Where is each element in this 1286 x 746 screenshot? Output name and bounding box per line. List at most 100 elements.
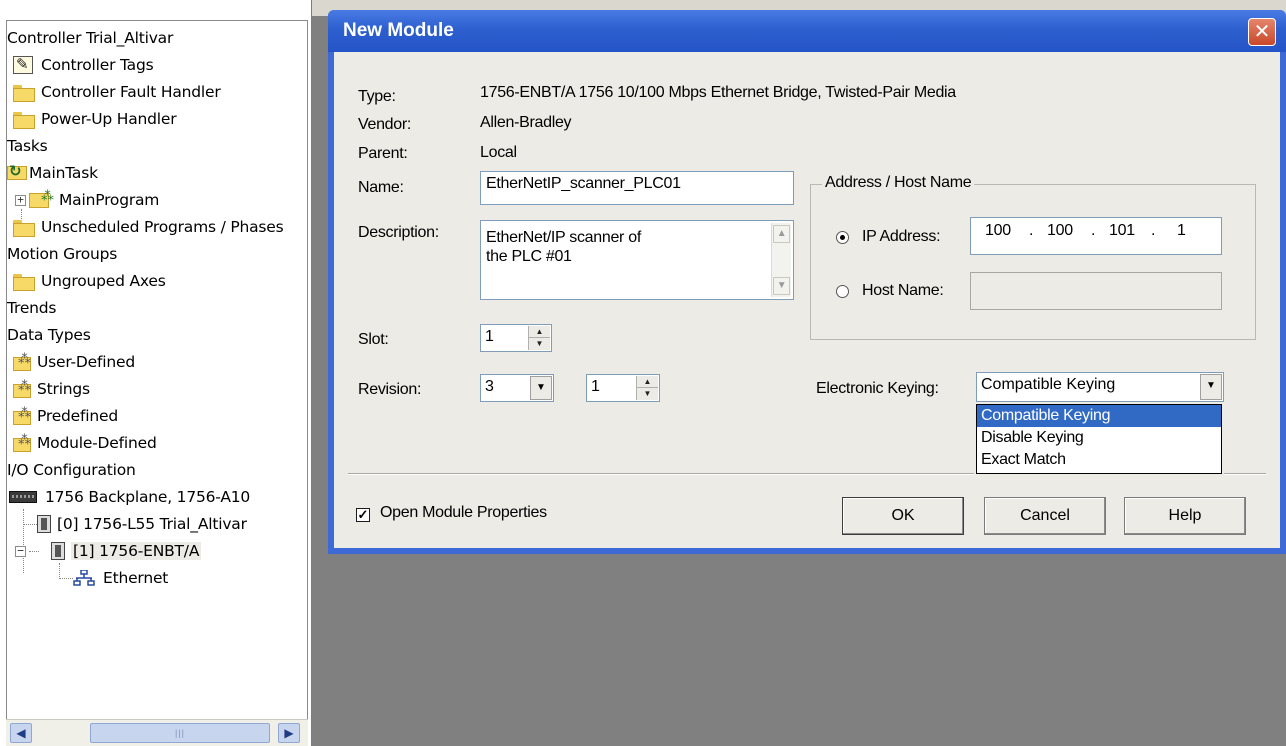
tree-item-main-program[interactable]: + MainProgram bbox=[15, 188, 159, 212]
tree-item-label: [1] 1756-ENBT/A bbox=[71, 542, 202, 560]
ip-octet: 1 bbox=[1177, 222, 1186, 239]
open-module-properties-checkbox[interactable]: ✓ bbox=[356, 508, 370, 522]
revision-major-value: 3 bbox=[485, 378, 494, 395]
tree-item-ethernet[interactable]: Ethernet bbox=[73, 566, 168, 590]
data-type-folder-icon bbox=[13, 406, 33, 425]
scroll-thumb[interactable]: ||| bbox=[90, 723, 270, 743]
address-host-group bbox=[810, 184, 1256, 340]
controller-organizer-tree: Controller Trial_Altivar Controller Tags… bbox=[6, 20, 308, 746]
scroll-right-button[interactable]: ▶ bbox=[278, 723, 300, 743]
tree-item-user-defined[interactable]: User-Defined bbox=[13, 350, 135, 374]
separator bbox=[348, 473, 974, 475]
tree-item-data-types[interactable]: Data Types bbox=[7, 323, 91, 347]
chevron-down-icon[interactable]: ▼ bbox=[1200, 374, 1222, 400]
ip-address-input[interactable]: 100 . 100 . 101 . 1 bbox=[970, 217, 1222, 255]
host-name-label: Host Name: bbox=[862, 282, 944, 299]
collapse-icon[interactable]: − bbox=[15, 545, 26, 557]
tree-item-label: Trends bbox=[7, 299, 57, 317]
backplane-icon bbox=[9, 491, 37, 503]
tree-item-io-configuration[interactable]: I/O Configuration bbox=[7, 458, 136, 482]
tree-item-ungrouped-axes[interactable]: Ungrouped Axes bbox=[13, 269, 166, 293]
ip-octet: 100 bbox=[1047, 222, 1073, 239]
data-type-folder-icon bbox=[13, 433, 33, 452]
tree-item-tasks[interactable]: Tasks bbox=[7, 134, 48, 158]
address-group-title: Address / Host Name bbox=[822, 174, 975, 192]
scroll-down-button[interactable]: ▼ bbox=[773, 277, 790, 295]
data-type-folder-icon bbox=[13, 379, 33, 398]
spin-down-icon[interactable]: ▼ bbox=[637, 388, 658, 400]
ip-dot: . bbox=[1151, 222, 1156, 239]
open-module-properties-label: Open Module Properties bbox=[380, 504, 547, 521]
tree-item-motion-groups[interactable]: Motion Groups bbox=[7, 242, 117, 266]
tree-item-label: MainProgram bbox=[59, 191, 160, 209]
tree-item-label: Controller Fault Handler bbox=[41, 83, 221, 101]
close-button[interactable]: ✕ bbox=[1248, 18, 1276, 46]
scroll-up-button[interactable]: ▲ bbox=[773, 225, 790, 243]
tree-item-label: Ethernet bbox=[103, 569, 169, 587]
folder-icon bbox=[13, 219, 35, 237]
type-value: 1756-ENBT/A 1756 10/100 Mbps Ethernet Br… bbox=[480, 84, 956, 101]
tree-horizontal-scrollbar[interactable]: ◀ ||| ▶ bbox=[6, 719, 308, 746]
tree-item-label: 1756 Backplane, 1756-A10 bbox=[45, 488, 251, 506]
vendor-value: Allen-Bradley bbox=[480, 114, 572, 131]
host-name-radio[interactable] bbox=[836, 285, 849, 298]
spin-up-icon[interactable]: ▲ bbox=[637, 376, 658, 388]
chevron-down-icon[interactable]: ▼ bbox=[530, 376, 552, 400]
host-name-input[interactable] bbox=[970, 272, 1222, 310]
ethernet-module-icon bbox=[51, 542, 65, 560]
tree-item-label: Unscheduled Programs / Phases bbox=[41, 218, 284, 236]
folder-icon bbox=[13, 273, 35, 291]
tree-item-trends[interactable]: Trends bbox=[7, 296, 56, 320]
ip-address-label: IP Address: bbox=[862, 228, 941, 245]
description-line: the PLC #01 bbox=[486, 248, 572, 265]
tree-connector bbox=[59, 578, 73, 579]
tree-item-label: Strings bbox=[37, 380, 90, 398]
ok-button[interactable]: OK bbox=[842, 497, 964, 535]
tree-item-controller-tags[interactable]: Controller Tags bbox=[13, 53, 154, 77]
tree-item-strings[interactable]: Strings bbox=[13, 377, 90, 401]
tree-item-label: Tasks bbox=[7, 137, 48, 155]
tree-item-controller-fault-handler[interactable]: Controller Fault Handler bbox=[13, 80, 221, 104]
tree-item-slot1-enbt[interactable]: − [1] 1756-ENBT/A bbox=[15, 539, 202, 563]
slot-spinner[interactable]: 1 ▲ ▼ bbox=[480, 324, 552, 352]
dialog-titlebar[interactable]: New Module ✕ bbox=[328, 10, 1286, 52]
spinner-arrows: ▲ ▼ bbox=[636, 376, 658, 400]
tree-item-predefined[interactable]: Predefined bbox=[13, 404, 118, 428]
tree-item-unscheduled-programs[interactable]: Unscheduled Programs / Phases bbox=[13, 215, 284, 239]
tree-item-label: [0] 1756-L55 Trial_Altivar bbox=[57, 515, 247, 533]
electronic-keying-select[interactable]: Compatible Keying ▼ bbox=[976, 372, 1224, 402]
tree-item-power-up-handler[interactable]: Power-Up Handler bbox=[13, 107, 177, 131]
ip-address-radio[interactable] bbox=[836, 231, 849, 244]
scroll-left-button[interactable]: ◀ bbox=[10, 723, 32, 743]
description-textarea[interactable]: EtherNet/IP scanner of the PLC #01 ▲ ▼ bbox=[480, 220, 794, 300]
help-button[interactable]: Help bbox=[1124, 497, 1246, 535]
tree-item-label: Module-Defined bbox=[37, 434, 157, 452]
description-scrollbar[interactable]: ▲ ▼ bbox=[771, 223, 791, 297]
controller-organizer-pane: Controller Trial_Altivar Controller Tags… bbox=[0, 0, 312, 746]
revision-major-select[interactable]: 3 ▼ bbox=[480, 374, 554, 402]
keying-option[interactable]: Compatible Keying bbox=[977, 405, 1221, 427]
spin-up-icon[interactable]: ▲ bbox=[529, 326, 550, 338]
ip-dot: . bbox=[1029, 222, 1034, 239]
name-input[interactable]: EtherNetIP_scanner_PLC01 bbox=[480, 171, 794, 205]
tree-item-label: Data Types bbox=[7, 326, 91, 344]
keying-option[interactable]: Disable Keying bbox=[977, 427, 1221, 449]
tree-item-backplane[interactable]: 1756 Backplane, 1756-A10 bbox=[9, 485, 250, 509]
tree-item-controller[interactable]: Controller Trial_Altivar bbox=[7, 26, 173, 50]
tree-item-slot0-controller[interactable]: [0] 1756-L55 Trial_Altivar bbox=[37, 512, 247, 536]
data-type-folder-icon bbox=[13, 352, 33, 371]
dialog-body: Type: 1756-ENBT/A 1756 10/100 Mbps Ether… bbox=[334, 52, 1280, 548]
spin-down-icon[interactable]: ▼ bbox=[529, 338, 550, 350]
tree-item-label: Controller Trial_Altivar bbox=[7, 29, 174, 47]
tree-item-module-defined[interactable]: Module-Defined bbox=[13, 431, 157, 455]
revision-minor-spinner[interactable]: 1 ▲ ▼ bbox=[586, 374, 660, 402]
tree-item-main-task[interactable]: MainTask bbox=[7, 161, 98, 185]
cancel-button-label: Cancel bbox=[1020, 507, 1070, 524]
keying-option[interactable]: Exact Match bbox=[977, 449, 1221, 471]
tree-item-label: Predefined bbox=[37, 407, 118, 425]
expand-icon[interactable]: + bbox=[15, 194, 26, 206]
name-input-value: EtherNetIP_scanner_PLC01 bbox=[486, 175, 681, 192]
cancel-button[interactable]: Cancel bbox=[984, 497, 1106, 535]
program-icon bbox=[29, 189, 55, 208]
task-icon bbox=[7, 162, 27, 182]
